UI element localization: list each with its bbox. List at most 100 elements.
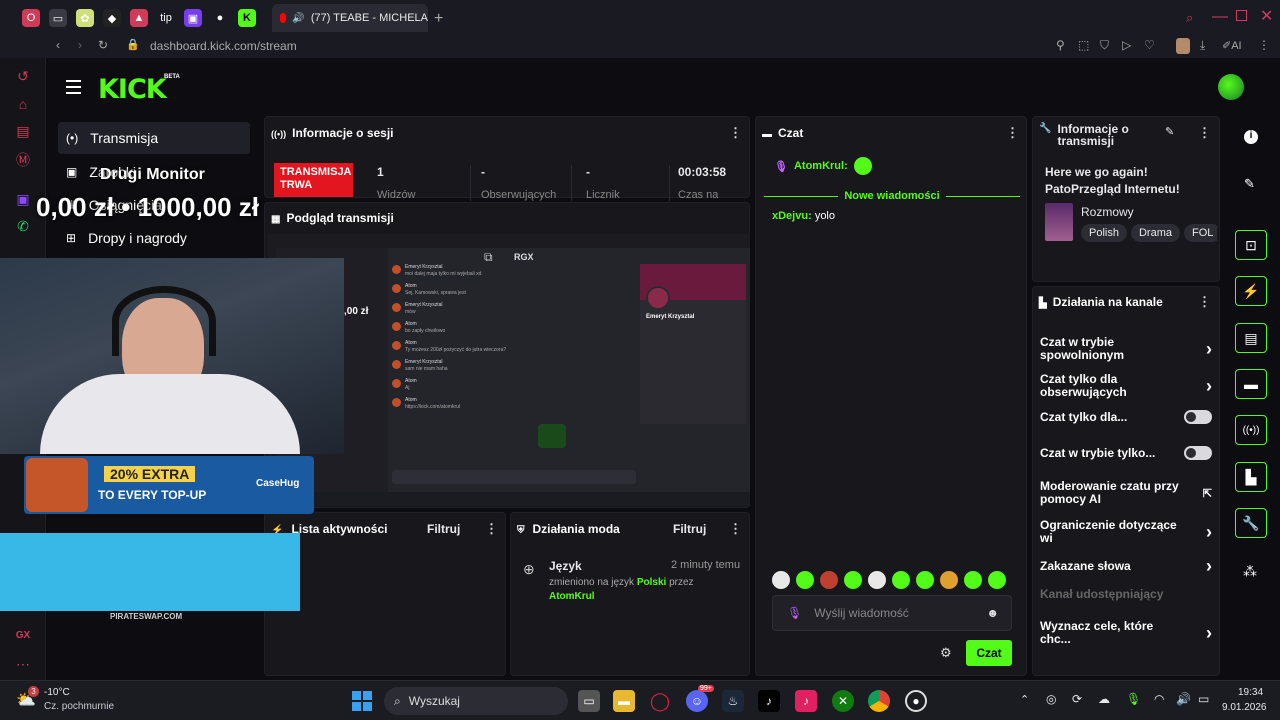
- clock-time[interactable]: 19:34: [1238, 687, 1263, 698]
- volume-icon[interactable]: 🔊: [1176, 692, 1191, 706]
- edit-layout-icon[interactable]: ✎: [1244, 176, 1255, 192]
- opera-taskbar-icon[interactable]: ◯: [649, 690, 671, 712]
- mod-filter-button[interactable]: Filtruj: [673, 522, 706, 536]
- discord-icon[interactable]: ☺ 99+: [686, 685, 714, 712]
- channel-action-item[interactable]: Czat w trybie spowolnionym ›: [1040, 336, 1212, 362]
- toggle-switch[interactable]: [1184, 446, 1212, 460]
- category-name[interactable]: Rozmowy: [1081, 205, 1134, 219]
- kick-tab-icon[interactable]: K: [238, 9, 256, 27]
- channel-action-item[interactable]: Czat tylko dla...: [1040, 410, 1212, 424]
- nav-transmisja[interactable]: (•) Transmisja: [58, 122, 250, 154]
- taskbar-search[interactable]: ⌕ Wyszukaj: [384, 687, 568, 715]
- rss-icon[interactable]: ▲: [130, 9, 148, 27]
- chat-message-user[interactable]: xDejvu:: [772, 210, 812, 222]
- browser-menu-icon[interactable]: ⋮: [1258, 38, 1270, 52]
- lightning-button[interactable]: ⚡: [1235, 276, 1267, 306]
- emote-icon[interactable]: [964, 571, 982, 589]
- shield-icon[interactable]: ⛉: [1100, 38, 1109, 53]
- channel-action-item[interactable]: Moderowanie czatu przy pomocy AI ⇱: [1040, 480, 1212, 506]
- tiktok-pin-icon[interactable]: ◆: [103, 9, 121, 27]
- steam-icon[interactable]: ♨: [722, 690, 744, 712]
- battery-icon[interactable]: ▭: [1198, 692, 1209, 706]
- apps-icon[interactable]: ⁂: [1243, 563, 1257, 580]
- chat-input[interactable]: 🎙 Wyślij wiadomość ☻: [772, 595, 1012, 631]
- clock-date[interactable]: 9.01.2026: [1222, 702, 1267, 713]
- minimize-button[interactable]: —: [1212, 8, 1228, 26]
- mod-menu-icon[interactable]: ⋮: [729, 521, 742, 537]
- tiktok-icon[interactable]: ♪: [758, 690, 780, 712]
- stream-info-menu-icon[interactable]: ⋮: [1198, 125, 1211, 141]
- chevron-right-icon[interactable]: ›: [1206, 522, 1212, 543]
- channel-actions-menu-icon[interactable]: ⋮: [1198, 294, 1211, 310]
- emote-icon[interactable]: [988, 571, 1006, 589]
- camera-frame-button[interactable]: ⊡: [1235, 230, 1267, 260]
- speaker-icon[interactable]: 🔊: [292, 13, 304, 24]
- ai-button[interactable]: ✐AI: [1222, 39, 1242, 52]
- start-button[interactable]: [352, 691, 372, 711]
- category-tag[interactable]: Drama: [1130, 224, 1180, 242]
- toggle-switch[interactable]: [1184, 410, 1212, 424]
- chat-settings-icon[interactable]: ⚙: [940, 645, 952, 661]
- user-avatar[interactable]: [1218, 74, 1244, 100]
- mod-event-user[interactable]: AtomKrul: [549, 591, 595, 602]
- emote-icon[interactable]: [892, 571, 910, 589]
- emoji-icon[interactable]: ☻: [986, 606, 999, 620]
- whatsapp-icon[interactable]: ✆: [14, 218, 32, 236]
- obs-icon[interactable]: ●: [905, 690, 927, 712]
- chat-menu-icon[interactable]: ⋮: [1006, 125, 1019, 141]
- chevron-right-icon[interactable]: ›: [1206, 339, 1212, 360]
- gx-icon[interactable]: GX: [14, 630, 32, 648]
- tray-app-icon-1[interactable]: ◎: [1046, 692, 1056, 706]
- emote-icon[interactable]: [916, 571, 934, 589]
- maximize-button[interactable]: [1236, 10, 1247, 21]
- search-tabs-icon[interactable]: ⌕: [1186, 10, 1193, 26]
- profile-avatar[interactable]: [1176, 38, 1190, 54]
- active-tab[interactable]: 🔊 (77) TEABE - MICHELA: [272, 4, 428, 32]
- category-tag[interactable]: FOL: [1183, 224, 1217, 242]
- pinned-user-name[interactable]: AtomKrul:: [794, 160, 848, 172]
- tray-cloud-icon[interactable]: ☁: [1098, 692, 1110, 706]
- tiktok-studio-icon[interactable]: ♪: [795, 690, 817, 712]
- hamburger-menu-icon[interactable]: [66, 80, 81, 94]
- document-button[interactable]: ▤: [1235, 323, 1267, 353]
- back-button[interactable]: ‹: [56, 38, 60, 52]
- channel-action-item[interactable]: Zakazane słowa ›: [1040, 556, 1212, 577]
- mic-input-icon[interactable]: 🎙: [787, 606, 802, 620]
- session-menu-icon[interactable]: ⋮: [729, 125, 742, 141]
- edit-pencil-icon[interactable]: ✎: [1165, 125, 1174, 138]
- popout-icon[interactable]: ⧉: [484, 250, 493, 265]
- opera-icon[interactable]: O: [22, 9, 40, 27]
- emote-icon[interactable]: [772, 571, 790, 589]
- twitch-side-icon[interactable]: ▣: [14, 191, 32, 209]
- file-explorer-icon[interactable]: ▬: [613, 690, 635, 712]
- channel-action-item[interactable]: Ograniczenie dotyczące wi ›: [1040, 519, 1212, 545]
- refresh-side-icon[interactable]: ↺: [14, 68, 32, 86]
- messenger-icon[interactable]: Ⓜ: [14, 150, 32, 168]
- green-dot-icon[interactable]: ●: [211, 9, 229, 27]
- wrench-button[interactable]: 🔧: [1235, 508, 1267, 538]
- kick-logo[interactable]: KICK: [98, 74, 167, 105]
- snapshot-icon[interactable]: ⬚: [1078, 38, 1089, 52]
- emote-icon[interactable]: [844, 571, 862, 589]
- forward-button[interactable]: ›: [78, 38, 82, 52]
- wifi-icon[interactable]: ◠: [1154, 692, 1164, 706]
- more-side-icon[interactable]: ⋯: [14, 656, 32, 674]
- reload-button[interactable]: ↻: [98, 38, 108, 52]
- xbox-icon[interactable]: ✕: [832, 690, 854, 712]
- media-icon[interactable]: ▭: [49, 9, 67, 27]
- activity-menu-icon[interactable]: ⋮: [485, 521, 498, 537]
- play-icon[interactable]: ▷: [1122, 38, 1131, 52]
- broadcast-button[interactable]: ((•)): [1235, 415, 1267, 445]
- chatgpt-icon[interactable]: ✿: [76, 9, 94, 27]
- layout-button[interactable]: ▙: [1235, 462, 1267, 492]
- tray-mic-icon[interactable]: 🎙: [1126, 692, 1141, 706]
- tray-chevron-icon[interactable]: ⌃: [1020, 693, 1029, 706]
- extensions-icon[interactable]: ⌂: [14, 96, 32, 114]
- channel-action-item[interactable]: Czat w trybie tylko...: [1040, 446, 1212, 460]
- emote-icon[interactable]: [868, 571, 886, 589]
- channel-action-item[interactable]: Kanał udostępniający: [1040, 588, 1212, 601]
- external-link-icon[interactable]: ⇱: [1203, 487, 1212, 500]
- close-window-button[interactable]: ✕: [1260, 6, 1273, 26]
- download-icon[interactable]: ⤓: [1200, 38, 1205, 53]
- channel-action-item[interactable]: Czat tylko dla obserwujących ›: [1040, 373, 1212, 399]
